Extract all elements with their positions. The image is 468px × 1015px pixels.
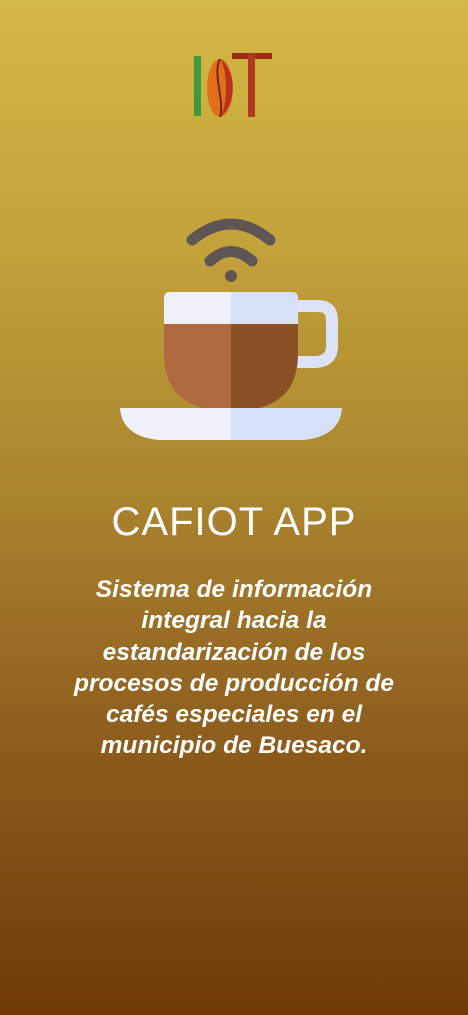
cup-body (164, 324, 231, 410)
iot-logo (194, 53, 272, 118)
app-title: CAFIOT APP (111, 500, 357, 544)
logo-letter-i (194, 56, 201, 116)
splash-screen: CAFIOT APP Sistema de información integr… (0, 0, 468, 1015)
saucer (120, 408, 342, 440)
wifi-icon (186, 218, 276, 282)
coffee-bean-icon (207, 58, 233, 118)
app-description: Sistema de información integral hacia la… (74, 576, 394, 760)
cup-foam (164, 292, 231, 324)
logo-letter-t (232, 53, 272, 117)
coffee-cup-wifi-icon (120, 218, 342, 440)
